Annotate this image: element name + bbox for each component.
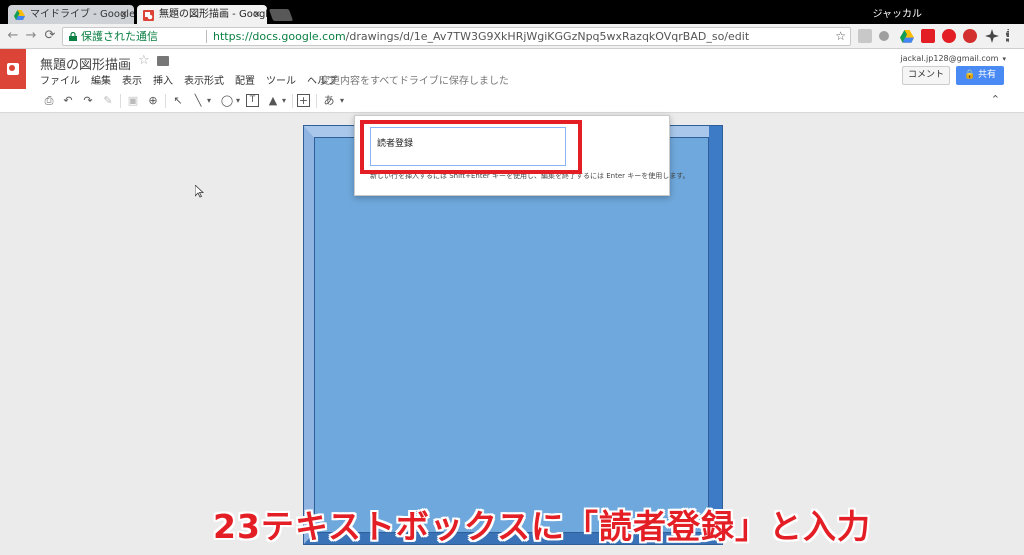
zoom-fit-icon[interactable]: ▣ (125, 93, 141, 109)
reload-icon[interactable]: ⟳ (42, 28, 58, 44)
print-icon[interactable]: ⎙ (41, 93, 57, 109)
lock-icon (69, 32, 77, 41)
extension-icon[interactable] (921, 29, 935, 43)
toolbar-divider (165, 94, 166, 108)
menu-insert[interactable]: 挿入 (153, 72, 173, 87)
tutorial-caption: 23テキストボックスに「読者登録」と入力 (213, 507, 871, 546)
address-bar[interactable]: 保護された通信 https://docs.google.com/drawings… (62, 27, 851, 46)
browser-tab-strip: マイドライブ - Google ドラ × 無題の図形描画 - Google × … (0, 0, 1024, 24)
url-host: https://docs.google.com (213, 30, 346, 43)
image-dropdown-icon[interactable]: ▾ (279, 93, 289, 109)
profile-name[interactable]: ジャッカル (873, 5, 923, 20)
editor-toolbar: ⎙ ↶ ↷ ✎ ▣ ⊕ ↖ ╲ ▾ ◯ ▾ T ▲ ▾ + あ ▾ ⌃ (0, 89, 1024, 113)
textbox-icon[interactable]: T (246, 94, 259, 107)
extension-icon[interactable] (858, 29, 872, 43)
menu-edit[interactable]: 編集 (91, 72, 111, 87)
extension-icon[interactable] (985, 29, 999, 43)
menu-tools[interactable]: ツール (266, 72, 296, 87)
forward-icon[interactable]: → (23, 28, 39, 44)
collapse-toolbar-icon[interactable]: ⌃ (991, 93, 1000, 106)
tab-my-drive[interactable]: マイドライブ - Google ドラ × (8, 5, 134, 24)
extension-icon[interactable] (879, 31, 889, 41)
google-drawings-icon (143, 9, 154, 21)
share-label: 共有 (978, 70, 997, 80)
line-dropdown-icon[interactable]: ▾ (204, 93, 214, 109)
tab-title: マイドライブ - Google ドラ (30, 9, 134, 20)
logo-dot (9, 65, 15, 71)
tab-close-icon[interactable]: × (253, 5, 261, 24)
address-divider (206, 30, 207, 43)
highlight-frame (360, 120, 582, 174)
extension-icon[interactable] (942, 29, 956, 43)
redo-icon[interactable]: ↷ (80, 93, 96, 109)
adblock-icon[interactable] (963, 29, 977, 43)
tab-drawing[interactable]: 無題の図形描画 - Google × (137, 5, 267, 24)
input-tools-dropdown-icon[interactable]: ▾ (337, 93, 347, 109)
account-email: jackal.jp128@gmail.com (900, 54, 999, 63)
new-tab-button[interactable] (268, 9, 294, 21)
app-header: 無題の図形描画 ☆ ファイル 編集 表示 挿入 表示形式 配置 ツール ヘルプ … (0, 49, 1024, 89)
menu-bar: ファイル 編集 表示 挿入 表示形式 配置 ツール ヘルプ (40, 72, 337, 87)
bookmark-star-icon[interactable]: ☆ (835, 28, 846, 45)
folder-icon[interactable] (157, 56, 169, 66)
tab-title: 無題の図形描画 - Google (159, 9, 267, 20)
input-tools-icon[interactable]: あ (321, 93, 337, 109)
account-caret-icon: ▾ (1002, 55, 1006, 63)
select-icon[interactable]: ↖ (170, 93, 186, 109)
drawings-logo-icon[interactable] (0, 49, 26, 89)
google-drive-icon (14, 9, 25, 20)
paint-format-icon[interactable]: ✎ (100, 93, 116, 109)
shape-dropdown-icon[interactable]: ▾ (233, 93, 243, 109)
document-title[interactable]: 無題の図形描画 (40, 54, 131, 73)
url-path: /drawings/d/1e_Av7TW3G9XkHRjWgiKGGzNpq5w… (345, 30, 750, 43)
url-text: https://docs.google.com/drawings/d/1e_Av… (213, 28, 749, 45)
insert-icon[interactable]: + (297, 94, 310, 107)
undo-icon[interactable]: ↶ (60, 93, 76, 109)
save-status[interactable]: 変更内容をすべてドライブに保存しました (320, 72, 509, 87)
tab-close-icon[interactable]: × (120, 5, 128, 24)
google-drive-extension-icon[interactable] (900, 29, 914, 43)
share-button[interactable]: 🔒 共有 (956, 66, 1004, 85)
browser-toolbar: ← → ⟳ 保護された通信 https://docs.google.com/dr… (0, 24, 1024, 49)
menu-view[interactable]: 表示 (122, 72, 142, 87)
comment-button[interactable]: コメント (902, 66, 950, 85)
menu-file[interactable]: ファイル (40, 72, 80, 87)
zoom-icon[interactable]: ⊕ (145, 93, 161, 109)
toolbar-divider (292, 94, 293, 108)
menu-icon[interactable] (1006, 29, 1010, 43)
lock-icon: 🔒 (963, 70, 976, 80)
back-icon[interactable]: ← (5, 28, 21, 44)
account-switcher[interactable]: jackal.jp128@gmail.com ▾ (900, 54, 1006, 63)
mouse-cursor-icon (195, 185, 204, 198)
toolbar-divider (316, 94, 317, 108)
secure-label: 保護された通信 (81, 30, 158, 43)
menu-arrange[interactable]: 配置 (235, 72, 255, 87)
star-icon[interactable]: ☆ (138, 53, 150, 68)
toolbar-divider (120, 94, 121, 108)
menu-format[interactable]: 表示形式 (184, 72, 224, 87)
